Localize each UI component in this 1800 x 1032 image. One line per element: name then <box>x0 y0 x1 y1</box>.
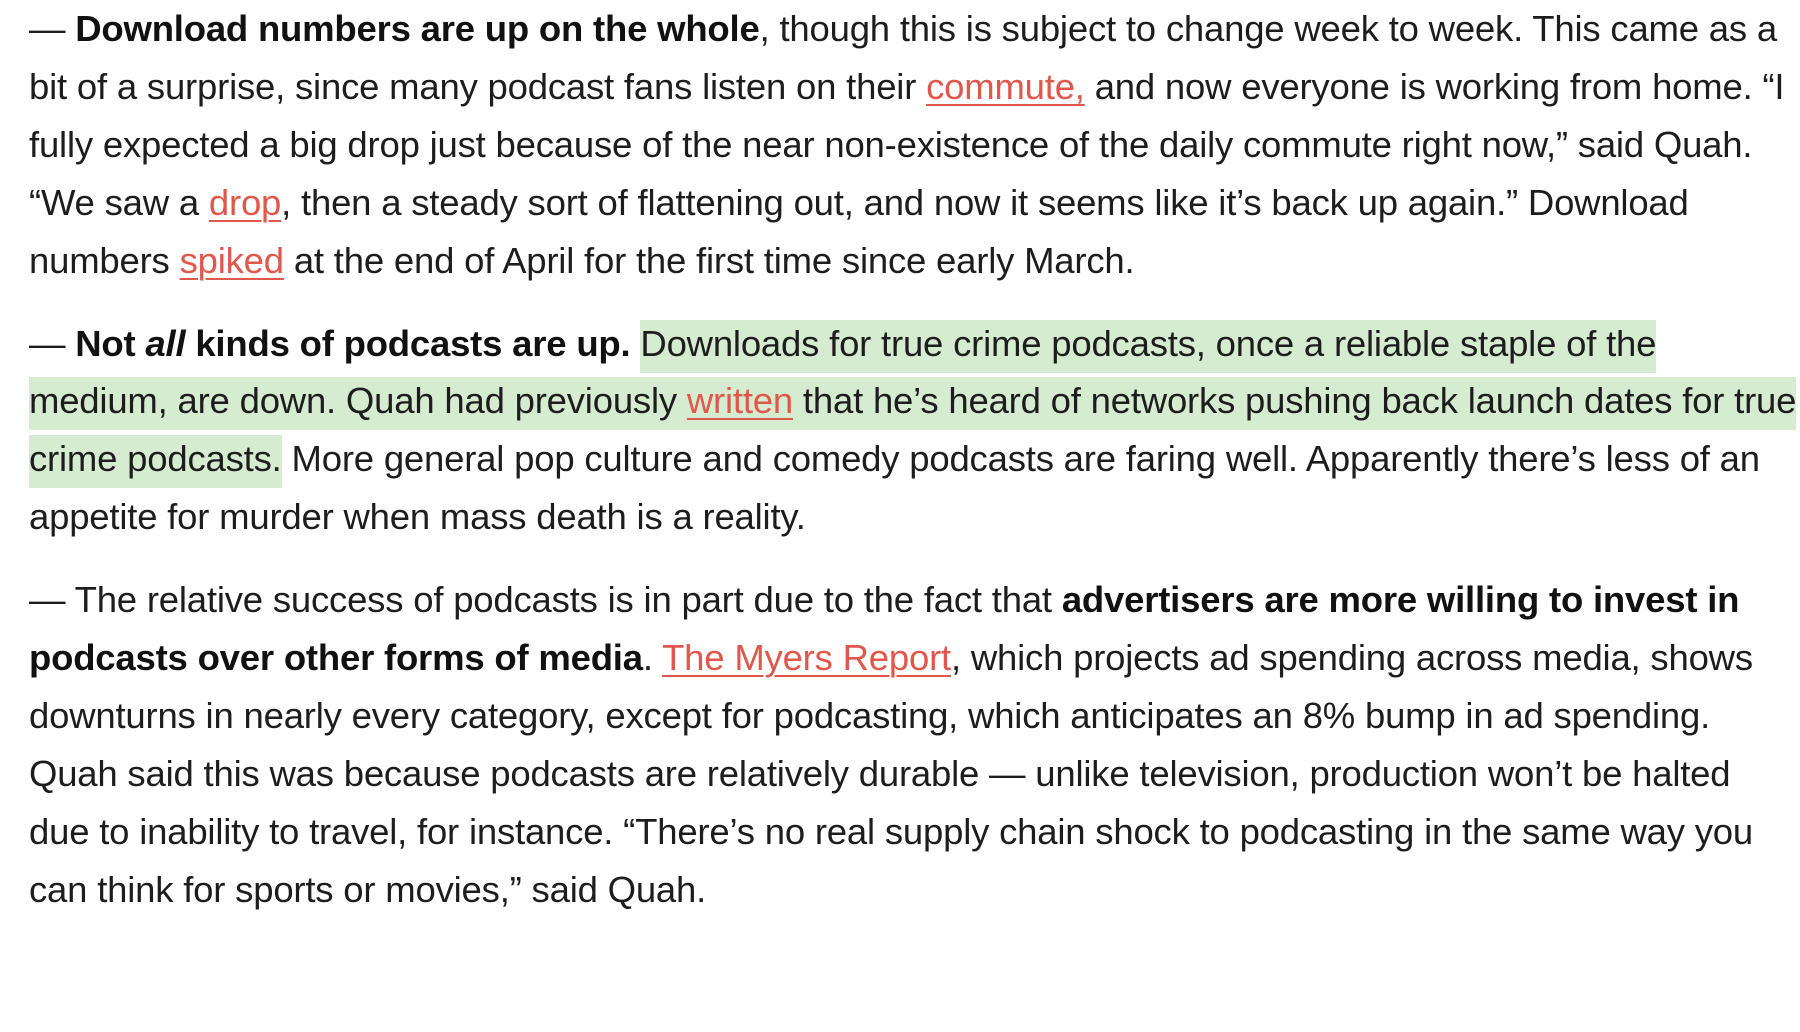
highlighted-link-wrapper: written <box>686 377 793 431</box>
bold-italic-all: all <box>145 322 186 364</box>
bold-lead: Download numbers are up on the whole <box>75 8 760 49</box>
bold-lead-part: Not <box>75 322 146 364</box>
bold-lead: Not all kinds of podcasts are up. <box>75 323 630 364</box>
paragraph-text: More general pop culture and comedy podc… <box>29 438 1760 538</box>
paragraph-advertisers: — The relative success of podcasts is in… <box>29 571 1799 918</box>
article-body: — Download numbers are up on the whole, … <box>29 0 1799 944</box>
paragraph-downloads-up: — Download numbers are up on the whole, … <box>29 0 1799 290</box>
em-dash: — <box>29 8 76 49</box>
em-dash: — <box>29 579 75 621</box>
link-written[interactable]: written <box>686 380 793 422</box>
link-drop[interactable]: drop <box>209 182 281 223</box>
paragraph-text: The relative success of podcasts is in p… <box>74 579 1062 621</box>
bold-lead-part: kinds of podcasts are up. <box>185 322 631 364</box>
link-myers-report[interactable]: The Myers Report <box>662 637 951 678</box>
paragraph-text: at the end of April for the first time s… <box>283 239 1135 281</box>
paragraph-not-all-podcasts: — Not all kinds of podcasts are up. Down… <box>29 315 1799 547</box>
paragraph-text: . <box>642 637 663 679</box>
link-spiked[interactable]: spiked <box>180 240 285 281</box>
em-dash: — <box>29 322 76 364</box>
link-commute[interactable]: commute, <box>926 66 1085 107</box>
